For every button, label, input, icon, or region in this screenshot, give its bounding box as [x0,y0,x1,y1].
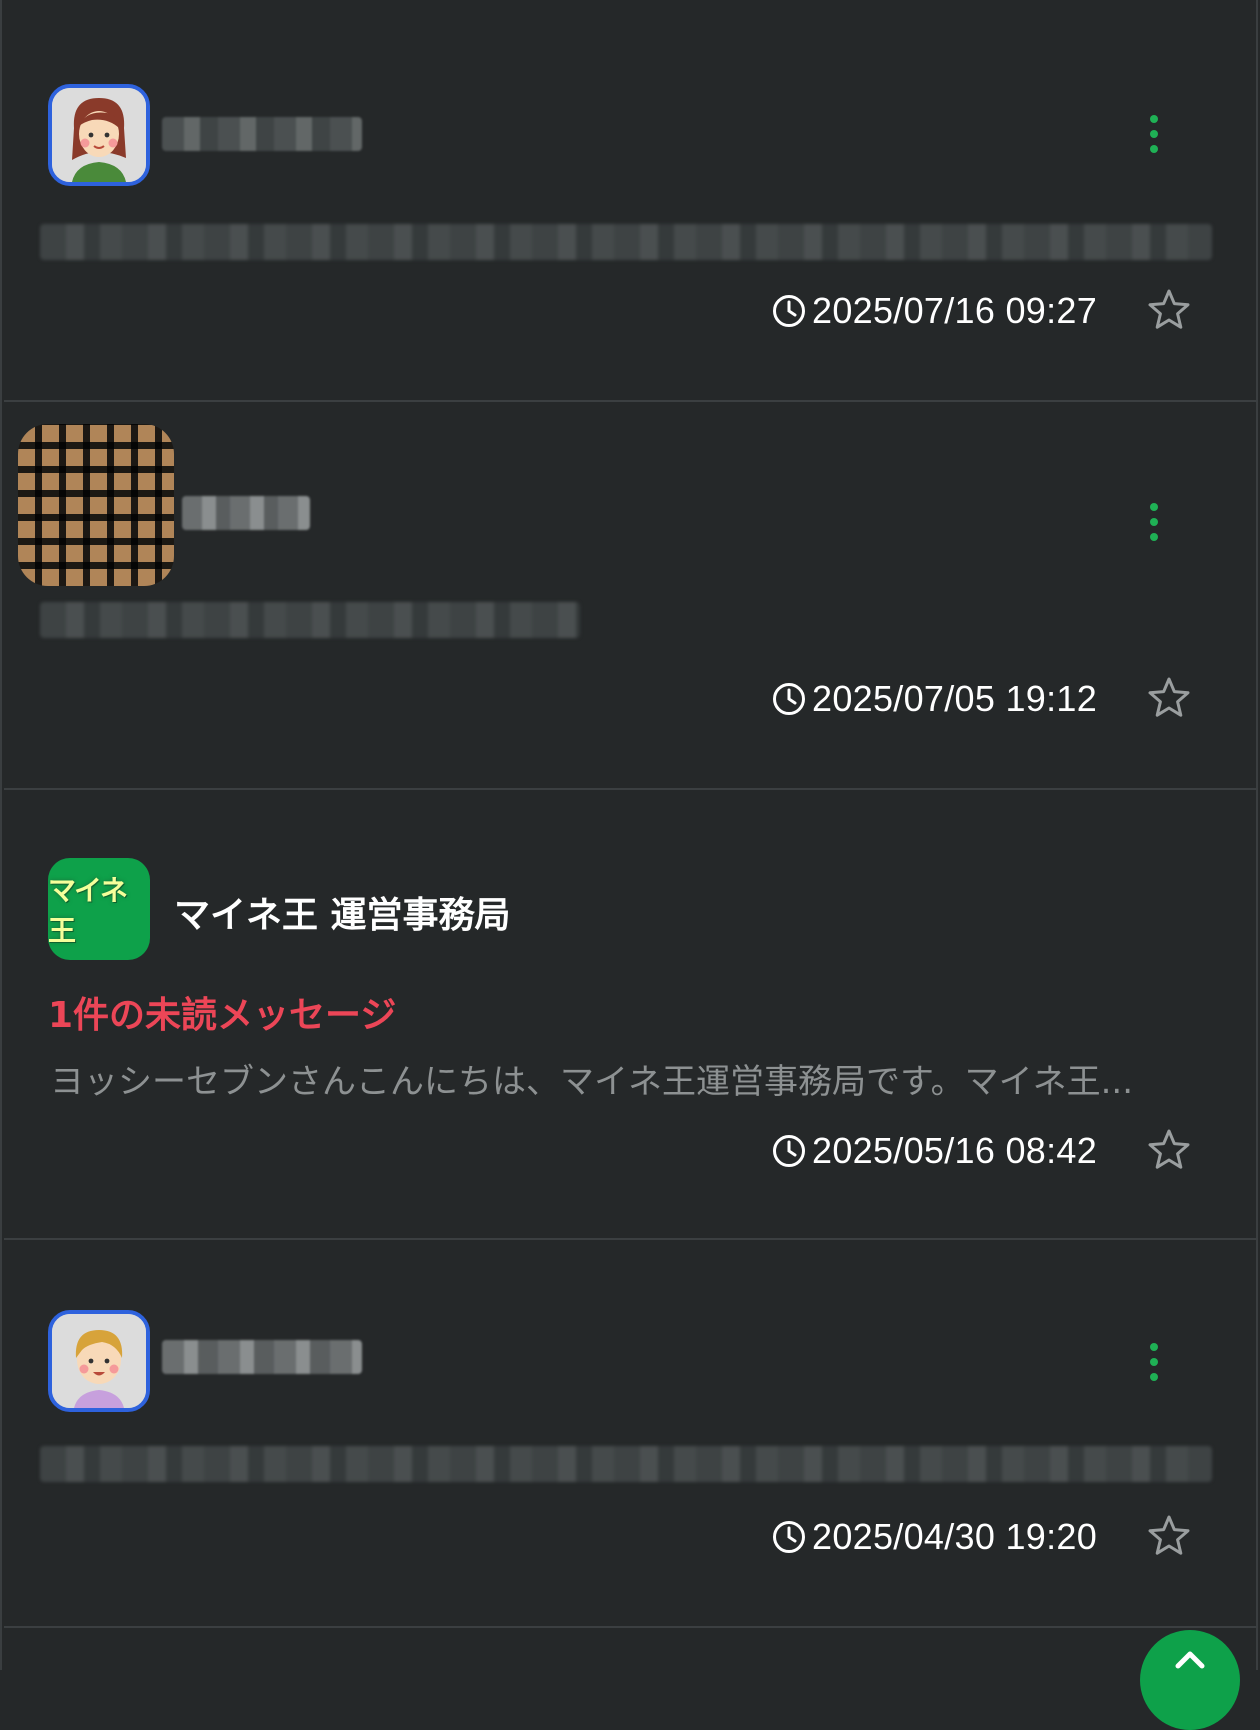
message-card[interactable]: 2025/07/16 09:27 [4,0,1258,402]
clock-icon [773,683,805,715]
message-preview [40,224,1212,260]
star-outline-icon[interactable] [1147,288,1191,332]
scroll-top-button[interactable] [1140,1630,1240,1730]
message-preview [40,1446,1212,1482]
star-outline-icon[interactable] [1147,1514,1191,1558]
timestamp: 2025/04/30 19:20 [772,1516,1097,1558]
maine-ou-logo-icon[interactable]: マイネ王 [48,858,150,960]
clock-icon [773,1135,805,1167]
message-card[interactable]: 2025/04/30 19:20 [4,1240,1258,1628]
message-preview [40,602,580,638]
sender-name [182,496,310,530]
clock-icon [773,1521,805,1553]
logo-text: マイネ王 [48,874,128,947]
message-card[interactable]: マイネ王 マイネ王 運営事務局 1件の未読メッセージ ヨッシーセブンさんこんにち… [4,790,1258,1240]
boy-avatar-icon[interactable] [48,1310,150,1412]
sender-name [162,117,362,151]
more-vertical-icon[interactable] [1134,1332,1174,1392]
more-vertical-icon[interactable] [1134,492,1174,552]
star-outline-icon[interactable] [1147,1128,1191,1172]
timestamp-text: 2025/07/16 09:27 [812,290,1098,331]
sender-name: マイネ王 運営事務局 [174,895,511,936]
timestamp: 2025/07/16 09:27 [772,290,1097,332]
timestamp-text: 2025/05/16 08:42 [812,1130,1098,1171]
star-outline-icon[interactable] [1147,676,1191,720]
unread-count: 1件の未読メッセージ [48,995,397,1036]
more-vertical-icon[interactable] [1134,104,1174,164]
pixelated-avatar-icon[interactable] [18,424,174,586]
message-preview: ヨッシーセブンさんこんにちは、マイネ王運営事務局です。マイネ王... [50,1062,1134,1102]
message-list: 2025/07/16 09:27 2025/07/05 19:12 マイネ王 マ… [0,0,1258,1730]
chevron-up-icon [1175,1651,1205,1669]
timestamp-text: 2025/07/05 19:12 [812,678,1098,719]
woman-avatar-icon[interactable] [48,84,150,186]
clock-icon [773,295,805,327]
sender-name [162,1340,362,1374]
timestamp: 2025/07/05 19:12 [772,678,1097,720]
timestamp: 2025/05/16 08:42 [772,1130,1097,1172]
message-card[interactable]: 2025/07/05 19:12 [4,402,1258,790]
timestamp-text: 2025/04/30 19:20 [812,1516,1098,1557]
